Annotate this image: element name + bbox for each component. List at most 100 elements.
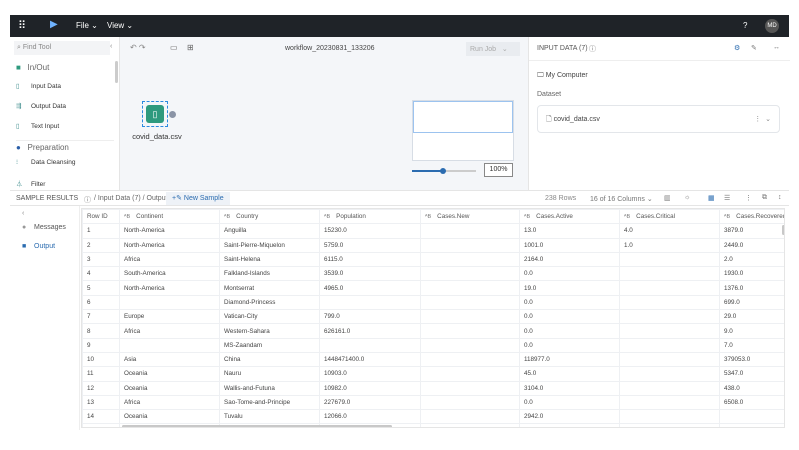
table-cell[interactable]: 10903.0 <box>319 366 421 382</box>
table-cell[interactable]: 118977.0 <box>519 351 620 368</box>
table-cell[interactable]: Europe <box>119 309 220 325</box>
chart-icon[interactable]: ▥ <box>664 194 671 202</box>
table-cell[interactable]: 5 <box>82 280 120 296</box>
output-anchor[interactable] <box>169 111 176 118</box>
table-cell[interactable] <box>420 280 520 296</box>
table-cell[interactable] <box>420 337 520 353</box>
table-cell[interactable] <box>619 394 720 411</box>
table-cell[interactable]: 14 <box>82 409 120 425</box>
info-icon[interactable]: ⓘ <box>84 195 91 205</box>
table-cell[interactable]: 626161.0 <box>319 323 421 339</box>
menu-file[interactable]: File ⌄ <box>76 21 98 30</box>
table-cell[interactable] <box>420 266 520 282</box>
table-cell[interactable]: 8 <box>82 323 120 339</box>
table-cell[interactable]: 227679.0 <box>319 394 421 411</box>
table-cell[interactable] <box>619 266 720 282</box>
table-cell[interactable]: 4965.0 <box>319 280 421 296</box>
table-cell[interactable] <box>619 409 720 425</box>
resize-icon[interactable]: ↕ <box>778 194 782 201</box>
table-cell[interactable]: 1001.0 <box>519 237 620 253</box>
table-cell[interactable]: 6 <box>82 294 120 311</box>
table-cell[interactable]: 6508.0 <box>719 394 784 411</box>
column-header[interactable]: ᴬB Cases.Critical <box>619 209 720 225</box>
table-cell[interactable] <box>619 351 720 368</box>
table-cell[interactable] <box>319 337 421 353</box>
tool-output-data[interactable]: ⇶ Output Data <box>16 102 66 110</box>
table-cell[interactable]: Vatican-City <box>219 309 320 325</box>
zoom-input[interactable]: 100% <box>484 163 513 177</box>
table-cell[interactable]: 4.0 <box>619 223 720 239</box>
column-header[interactable]: ᴬB Cases.Recovered <box>719 209 784 225</box>
table-cell[interactable]: 19.0 <box>519 280 620 296</box>
column-header[interactable]: ᴬB Continent <box>119 209 220 225</box>
table-cell[interactable]: 15230.0 <box>319 223 421 239</box>
table-cell[interactable]: 0.0 <box>519 294 620 311</box>
table-cell[interactable] <box>420 237 520 253</box>
source-label[interactable]: 🖵 My Computer <box>537 72 588 80</box>
table-cell[interactable]: 1.0 <box>619 237 720 253</box>
table-cell[interactable] <box>619 294 720 311</box>
table-cell[interactable]: 1376.0 <box>719 280 784 296</box>
table-cell[interactable]: Wallis-and-Futuna <box>219 380 320 396</box>
table-cell[interactable] <box>119 337 220 353</box>
dataset-file[interactable]: 🗋 covid_data.csv ⋮ ⌄ <box>537 105 780 133</box>
table-cell[interactable]: 0.0 <box>519 266 620 282</box>
table-cell[interactable]: 6115.0 <box>319 251 421 268</box>
table-cell[interactable]: 12066.0 <box>319 409 421 425</box>
table-cell[interactable]: 699.0 <box>719 294 784 311</box>
category-preparation[interactable]: ● Preparation <box>16 140 114 152</box>
table-cell[interactable]: China <box>219 351 320 368</box>
undo-icon[interactable]: ↶ ↷ <box>130 43 146 52</box>
tool-input-data[interactable]: ▯ Input Data <box>16 82 61 90</box>
tab-output[interactable]: ■ Output <box>22 243 55 250</box>
lightbulb-icon[interactable]: ☼ <box>684 194 690 201</box>
table-cell[interactable]: 45.0 <box>519 366 620 382</box>
column-header[interactable]: ᴬB Cases.New <box>420 209 520 225</box>
table-cell[interactable]: 3104.0 <box>519 380 620 396</box>
table-cell[interactable]: Asia <box>119 351 220 368</box>
table-cell[interactable]: 5347.0 <box>719 366 784 382</box>
table-cell[interactable]: Oceania <box>119 409 220 425</box>
grid-view-icon[interactable]: ▦ <box>708 194 715 202</box>
find-tool-input[interactable]: ⌕ Find Tool <box>14 41 110 55</box>
table-cell[interactable] <box>619 309 720 325</box>
table-cell[interactable]: South-America <box>119 266 220 282</box>
collapse-icon[interactable]: ‹ <box>110 43 112 50</box>
table-cell[interactable]: Africa <box>119 394 220 411</box>
table-cell[interactable] <box>319 294 421 311</box>
tool-filter[interactable]: ⏃ Filter <box>16 178 45 188</box>
table-cell[interactable]: 1930.0 <box>719 266 784 282</box>
table-cell[interactable] <box>420 223 520 239</box>
table-cell[interactable]: 7 <box>82 309 120 325</box>
table-cell[interactable] <box>619 251 720 268</box>
table-cell[interactable]: 12 <box>82 380 120 396</box>
table-cell[interactable]: 0.0 <box>519 323 620 339</box>
table-cell[interactable]: Oceania <box>119 366 220 382</box>
table-cell[interactable]: 3 <box>82 251 120 268</box>
table-cell[interactable] <box>619 280 720 296</box>
table-cell[interactable] <box>719 423 784 427</box>
workflow-canvas[interactable]: ↶ ↷ ▭ ⊞ workflow_20230831_133206 Run Job… <box>120 37 528 190</box>
avatar[interactable]: MD <box>765 19 779 33</box>
new-sample-button[interactable]: +✎ New Sample <box>166 192 230 205</box>
table-cell[interactable]: 9.0 <box>719 323 784 339</box>
gear-icon[interactable]: ⚙ <box>734 44 740 52</box>
table-cell[interactable] <box>420 423 520 427</box>
tab-messages[interactable]: ● Messages <box>22 224 66 231</box>
table-cell[interactable]: Nauru <box>219 366 320 382</box>
table-cell[interactable]: 0.0 <box>519 309 620 325</box>
table-cell[interactable] <box>420 251 520 268</box>
table-cell[interactable]: 3539.0 <box>319 266 421 282</box>
table-cell[interactable]: 11 <box>82 366 120 382</box>
table-cell[interactable] <box>420 394 520 411</box>
table-cell[interactable]: 0.0 <box>519 337 620 353</box>
table-cell[interactable]: 438.0 <box>719 380 784 396</box>
collapse-icon[interactable]: ‹ <box>22 210 24 217</box>
table-cell[interactable]: 7.0 <box>719 337 784 353</box>
layout-icon[interactable]: ⊞ <box>187 43 194 52</box>
table-cell[interactable]: North-America <box>119 280 220 296</box>
table-cell[interactable] <box>420 409 520 425</box>
table-cell[interactable]: 13.0 <box>519 223 620 239</box>
table-cell[interactable] <box>619 380 720 396</box>
table-cell[interactable] <box>719 409 784 425</box>
